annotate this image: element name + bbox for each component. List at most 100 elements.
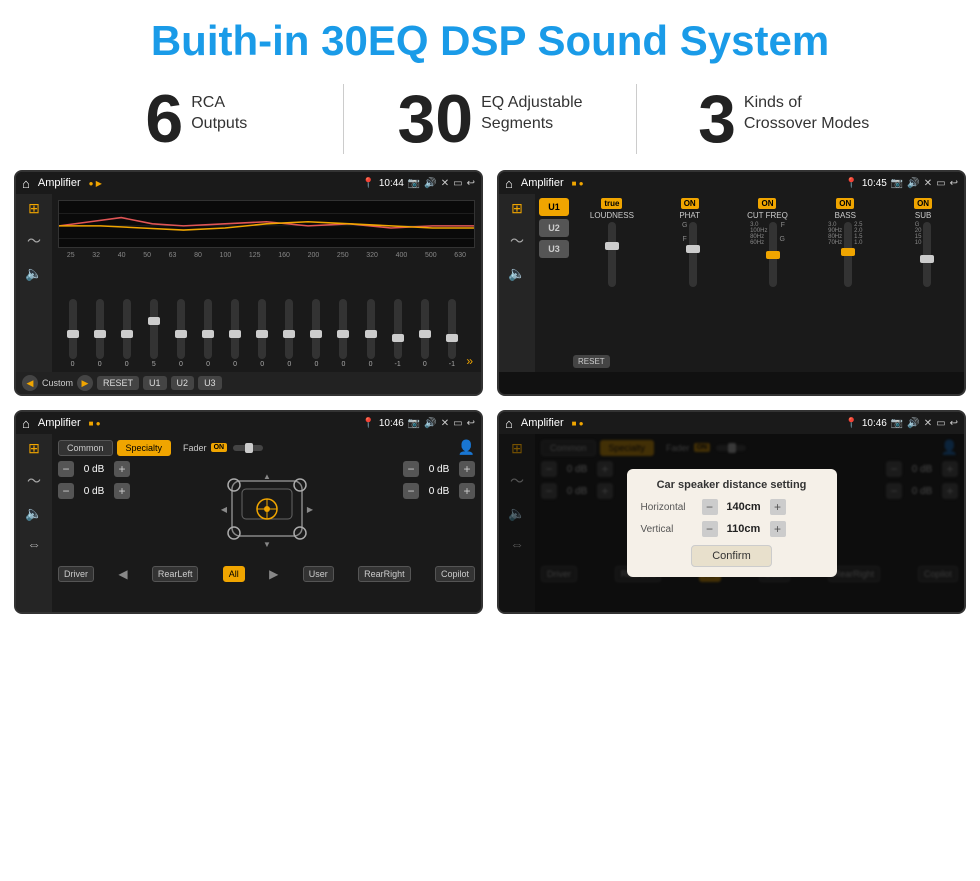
- dialog-title: Car speaker distance setting: [641, 479, 823, 491]
- ch-lt-minus[interactable]: −: [58, 461, 74, 477]
- back-icon-s2[interactable]: ↩: [950, 178, 958, 189]
- rearright-btn-s3[interactable]: RearRight: [358, 566, 411, 582]
- wave-icon-s2[interactable]: 〜: [510, 231, 524, 251]
- ch-right-bot: − 0 dB +: [403, 483, 475, 499]
- slider-4: 5: [141, 299, 166, 368]
- specialty-tab-s3[interactable]: Specialty: [117, 440, 172, 456]
- reset-button-s2[interactable]: RESET: [573, 355, 610, 368]
- wave-icon-s1[interactable]: 〜: [27, 231, 41, 251]
- ch-lb-plus[interactable]: +: [114, 483, 130, 499]
- camera-icon-s4: 📷: [891, 418, 903, 429]
- stat-label-rca: RCAOutputs: [191, 85, 247, 135]
- ch-lt-plus[interactable]: +: [114, 461, 130, 477]
- screen1-topbar-icons: 📍 10:44 📷 🔊 ✕ ▭ ↩: [362, 178, 475, 189]
- sound-icon-s3: 🔊: [424, 418, 436, 429]
- confirm-button[interactable]: Confirm: [691, 545, 772, 567]
- copilot-btn-s3[interactable]: Copilot: [435, 566, 475, 582]
- volume-icon-s2[interactable]: 🔈: [508, 265, 525, 282]
- fader-hslider[interactable]: [233, 445, 263, 451]
- car-diagram: ▲ ▼ ◀ ▶: [212, 461, 322, 561]
- back-icon-s1[interactable]: ↩: [467, 178, 475, 189]
- screen2-modules-row: U1 U2 U3 true LOUDNESS: [539, 198, 960, 350]
- next-preset-button[interactable]: ▶: [77, 375, 93, 391]
- volume-icon-s3[interactable]: 🔈: [25, 505, 42, 522]
- sound-icon-s2: 🔊: [907, 178, 919, 189]
- vertical-minus-btn[interactable]: −: [702, 521, 718, 537]
- expand-icon-s1[interactable]: »: [466, 354, 473, 368]
- screen4-topbar-icons: 📍 10:46 📷 🔊 ✕ ▭ ↩: [845, 418, 958, 429]
- home-icon-s1[interactable]: ⌂: [22, 176, 30, 191]
- dialog-overlay: Car speaker distance setting Horizontal …: [499, 434, 964, 612]
- screen-1-eq: ⌂ Amplifier ● ▶ 📍 10:44 📷 🔊 ✕ ▭ ↩ ⊞ 〜 🔈: [14, 170, 483, 396]
- filter-icon-s2[interactable]: ⊞: [511, 200, 523, 217]
- back-icon-s4[interactable]: ↩: [950, 418, 958, 429]
- ch-rb-plus[interactable]: +: [459, 483, 475, 499]
- car-diagram-wrap: ▲ ▼ ◀ ▶: [134, 461, 399, 561]
- screen3-left-channels: − 0 dB + − 0 dB +: [58, 461, 130, 561]
- stat-number-30: 30: [397, 85, 473, 153]
- ch-lb-minus[interactable]: −: [58, 483, 74, 499]
- stat-number-3: 3: [698, 85, 736, 153]
- left-arrow-s3[interactable]: ◀: [118, 567, 127, 581]
- bass-module: ON BASS 3.090Hz80Hz70Hz 2.52.01: [808, 198, 882, 350]
- u2-button-s1[interactable]: U2: [171, 376, 195, 390]
- camera-icon-s3: 📷: [408, 418, 420, 429]
- filter-icon-s3[interactable]: ⊞: [28, 440, 40, 457]
- ch-rt-plus[interactable]: +: [459, 461, 475, 477]
- on-badge-s3[interactable]: ON: [211, 443, 228, 452]
- wave-icon-s3[interactable]: 〜: [27, 471, 41, 491]
- horizontal-plus-btn[interactable]: +: [770, 499, 786, 515]
- screen3-dot-icons: ■ ●: [89, 419, 101, 428]
- ch-rb-minus[interactable]: −: [403, 483, 419, 499]
- vertical-plus-btn[interactable]: +: [770, 521, 786, 537]
- stat-eq: 30 EQ AdjustableSegments: [354, 85, 627, 153]
- page-title: Buith-in 30EQ DSP Sound System: [0, 0, 980, 74]
- all-btn-s3[interactable]: All: [223, 566, 245, 582]
- volume-icon-s1[interactable]: 🔈: [25, 265, 42, 282]
- u2-inactive-button[interactable]: U2: [539, 219, 569, 237]
- close-icon-s3[interactable]: ✕: [441, 418, 449, 429]
- home-icon-s3[interactable]: ⌂: [22, 416, 30, 431]
- ch-rt-minus[interactable]: −: [403, 461, 419, 477]
- fader-label: Fader: [183, 443, 207, 453]
- user-btn-s3[interactable]: User: [303, 566, 334, 582]
- cutfreq-module: ON CUT FREQ 3.0100Hz80Hz60Hz FG: [731, 198, 805, 350]
- reset-button-s1[interactable]: RESET: [97, 376, 139, 390]
- rearleft-btn-s3[interactable]: RearLeft: [152, 566, 199, 582]
- vertical-label: Vertical: [641, 524, 696, 535]
- prev-preset-button[interactable]: ◀: [22, 375, 38, 391]
- driver-btn-s3[interactable]: Driver: [58, 566, 94, 582]
- window-icon-s2[interactable]: ▭: [936, 178, 945, 189]
- close-icon-s1[interactable]: ✕: [441, 178, 449, 189]
- time-s4: 10:46: [862, 418, 887, 429]
- screen2-topbar-icons: 📍 10:45 📷 🔊 ✕ ▭ ↩: [845, 178, 958, 189]
- window-icon-s3[interactable]: ▭: [453, 418, 462, 429]
- u1-button-s1[interactable]: U1: [143, 376, 167, 390]
- window-icon-s1[interactable]: ▭: [453, 178, 462, 189]
- back-icon-s3[interactable]: ↩: [467, 418, 475, 429]
- home-icon-s4[interactable]: ⌂: [505, 416, 513, 431]
- common-tab-s3[interactable]: Common: [58, 440, 113, 456]
- u3-button-s1[interactable]: U3: [198, 376, 222, 390]
- window-icon-s4[interactable]: ▭: [936, 418, 945, 429]
- right-arrow-s3[interactable]: ▶: [269, 567, 278, 581]
- screen2-body: ⊞ 〜 🔈 U1 U2 U3 true LOUDNESS: [499, 194, 964, 372]
- location-icon-s3: 📍: [362, 418, 374, 429]
- u3-inactive-button[interactable]: U3: [539, 240, 569, 258]
- filter-icon-s1[interactable]: ⊞: [28, 200, 40, 217]
- horizontal-minus-btn[interactable]: −: [702, 499, 718, 515]
- home-icon-s2[interactable]: ⌂: [505, 176, 513, 191]
- screen1-title: Amplifier: [38, 177, 81, 189]
- screen1-bottom-bar: ◀ Custom ▶ RESET U1 U2 U3: [16, 372, 481, 394]
- phat-module: ON PHAT GF: [653, 198, 727, 350]
- expand-icon-s3[interactable]: ⇔: [27, 536, 41, 552]
- close-icon-s4[interactable]: ✕: [924, 418, 932, 429]
- stat-rca: 6 RCAOutputs: [60, 85, 333, 153]
- u1-active-button[interactable]: U1: [539, 198, 569, 216]
- stats-row: 6 RCAOutputs 30 EQ AdjustableSegments 3 …: [0, 74, 980, 170]
- slider-1: 0: [60, 299, 85, 368]
- slider-7: 0: [223, 299, 248, 368]
- screen1-side-panel: ⊞ 〜 🔈: [16, 194, 52, 372]
- close-icon-s2[interactable]: ✕: [924, 178, 932, 189]
- time-s3: 10:46: [379, 418, 404, 429]
